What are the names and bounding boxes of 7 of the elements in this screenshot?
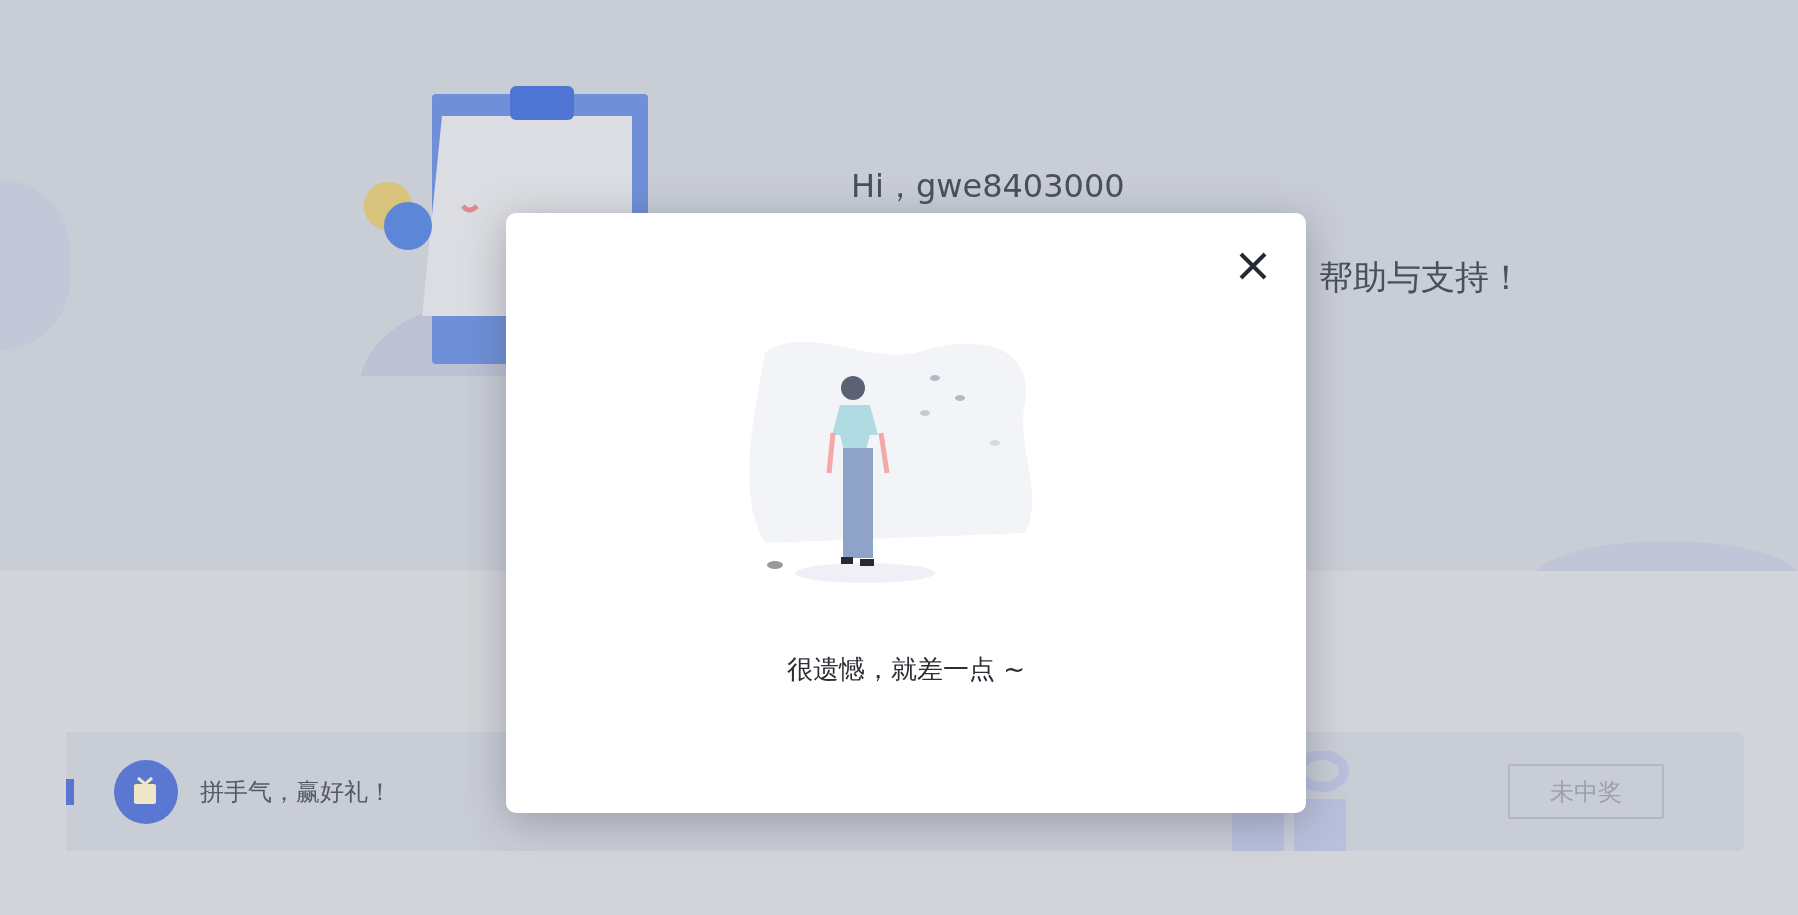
gift-icon [114,759,178,824]
banner-title: 拼手气，赢好礼！ [200,776,392,808]
thanks-text: 帮助与支持！ [1319,260,1523,294]
greeting-text: Hi，gwe8403000 [851,170,1126,202]
accent-mark [66,778,74,805]
close-icon[interactable] [1238,251,1268,281]
result-message: 很遗憾，就差一点 ~ [786,653,1026,686]
